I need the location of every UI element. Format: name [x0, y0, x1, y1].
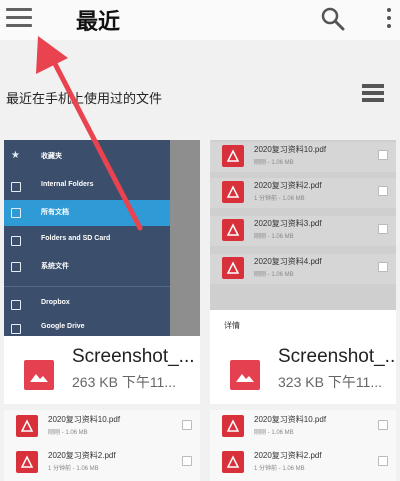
drawer-item: Folders and SD Card: [4, 228, 170, 254]
drawer-item-label: Dropbox: [41, 299, 70, 306]
details-label: 详情: [224, 321, 240, 330]
file-meta: 263 KB 下午11...: [72, 374, 177, 390]
hamburger-menu-icon[interactable]: [6, 8, 32, 30]
pdf-file-name: 2020复习资料10.pdf: [48, 415, 121, 424]
file-name: Screenshot_...: [278, 346, 396, 367]
pdf-file-meta: 刚刚 - 1.06 MB: [254, 272, 294, 278]
file-card[interactable]: 2020复习资料10.pdf 刚刚 - 1.06 MB 2020复习资料2.pd…: [210, 140, 396, 404]
section-title: 最近在手机上使用过的文件: [6, 91, 163, 106]
pdf-list-item: 2020复习资料4.pdf 刚刚 - 1.06 MB: [210, 254, 396, 284]
top-app-bar: 最近: [0, 0, 400, 40]
document-icon: [11, 208, 21, 218]
navigation-drawer-preview: ★ 收藏夹 Internal Folders 所有文档 Folders and …: [4, 140, 170, 336]
pdf-list-item: 2020复习资料10.pdf 刚刚 - 1.06 MB: [210, 412, 396, 442]
pdf-file-meta: 刚刚 - 1.06 MB: [254, 160, 294, 166]
page-title: 最近: [76, 9, 121, 34]
select-checkbox: [378, 224, 388, 234]
app-window: 最近 最近在手机上使用过的文件 ★ 收藏夹 Internal Folders 所…: [0, 0, 400, 481]
select-checkbox: [378, 150, 388, 160]
select-checkbox: [182, 420, 192, 430]
drawer-item-label: Internal Folders: [41, 181, 94, 188]
file-thumbnail: 2020复习资料10.pdf 刚刚 - 1.06 MB 2020复习资料2.pd…: [210, 410, 396, 481]
pdf-file-meta: 1 分钟前 - 1.06 MB: [254, 196, 305, 202]
select-checkbox: [378, 420, 388, 430]
pdf-file-name: 2020复习资料3.pdf: [254, 219, 322, 228]
drawer-item-active: 所有文档: [4, 200, 170, 226]
file-thumbnail: 2020复习资料10.pdf 刚刚 - 1.06 MB 2020复习资料2.pd…: [210, 140, 396, 336]
file-card-footer: Screenshot_... 263 KB 下午11...: [4, 336, 200, 404]
drawer-item: ★ 收藏夹: [4, 144, 170, 170]
search-icon[interactable]: [320, 6, 346, 32]
drawer-item-label: 系统文件: [41, 263, 69, 270]
pdf-file-icon: [16, 415, 38, 437]
pdf-file-meta: 刚刚 - 1.06 MB: [254, 234, 294, 240]
pdf-file-icon: [222, 257, 244, 279]
pdf-file-name: 2020复习资料2.pdf: [254, 181, 322, 190]
pdf-list-item: 2020复习资料10.pdf 刚刚 - 1.06 MB: [210, 142, 396, 172]
star-icon: ★: [11, 150, 20, 161]
drawer-item: Dropbox: [4, 292, 170, 318]
pdf-list-item: 2020复习资料3.pdf 刚刚 - 1.06 MB: [210, 216, 396, 246]
pdf-list-item: 2020复习资料10.pdf 刚刚 - 1.06 MB: [4, 412, 200, 442]
pdf-file-icon: [222, 415, 244, 437]
pdf-list-item: 2020复习资料2.pdf 1 分钟前 - 1.06 MB: [210, 448, 396, 478]
pdf-file-name: 2020复习资料10.pdf: [254, 145, 327, 154]
sd-card-icon: [11, 236, 21, 246]
pdf-file-meta: 刚刚 - 1.06 MB: [254, 430, 294, 436]
drawer-item-label: 所有文档: [41, 209, 69, 216]
select-checkbox: [378, 262, 388, 272]
pdf-file-meta: 1 分钟前 - 1.06 MB: [48, 466, 99, 472]
file-card[interactable]: 2020复习资料10.pdf 刚刚 - 1.06 MB 2020复习资料2.pd…: [4, 410, 200, 481]
folder-icon: [11, 182, 21, 192]
pdf-file-name: 2020复习资料10.pdf: [254, 415, 327, 424]
drawer-divider: [4, 286, 170, 287]
drawer-item: Google Drive: [4, 316, 170, 336]
pdf-file-icon: [222, 145, 244, 167]
pdf-file-icon: [16, 451, 38, 473]
image-file-icon: [24, 360, 54, 390]
more-options-icon[interactable]: [385, 8, 393, 32]
drawer-item-label: Folders and SD Card: [41, 235, 111, 242]
select-checkbox: [378, 456, 388, 466]
drawer-item: 系统文件: [4, 254, 170, 280]
pdf-file-meta: 刚刚 - 1.06 MB: [48, 430, 88, 436]
pdf-list-item: 2020复习资料2.pdf 1 分钟前 - 1.06 MB: [210, 178, 396, 208]
dropbox-icon: [11, 300, 21, 310]
drawer-item-label: Google Drive: [41, 323, 85, 330]
pdf-file-name: 2020复习资料2.pdf: [48, 451, 116, 460]
system-folder-icon: [11, 262, 21, 272]
pdf-file-icon: [222, 451, 244, 473]
pdf-file-meta: 1 分钟前 - 1.06 MB: [254, 466, 305, 472]
select-checkbox: [378, 186, 388, 196]
drawer-item-label: 收藏夹: [41, 153, 62, 160]
select-checkbox: [182, 456, 192, 466]
file-card-footer: Screenshot_... 323 KB 下午11...: [210, 336, 396, 404]
pdf-list-item: 2020复习资料2.pdf 1 分钟前 - 1.06 MB: [4, 448, 200, 478]
google-drive-icon: [11, 324, 21, 334]
file-meta: 323 KB 下午11...: [278, 374, 383, 390]
file-thumbnail: ★ 收藏夹 Internal Folders 所有文档 Folders and …: [4, 140, 200, 336]
image-file-icon: [230, 360, 260, 390]
pdf-file-icon: [222, 219, 244, 241]
drawer-scrim: [170, 140, 200, 336]
pdf-file-name: 2020复习资料4.pdf: [254, 257, 322, 266]
file-thumbnail: 2020复习资料10.pdf 刚刚 - 1.06 MB 2020复习资料2.pd…: [4, 410, 200, 481]
file-name: Screenshot_...: [72, 346, 195, 367]
pdf-file-icon: [222, 181, 244, 203]
details-bottom-sheet: 详情: [210, 310, 396, 336]
file-card[interactable]: ★ 收藏夹 Internal Folders 所有文档 Folders and …: [4, 140, 200, 404]
list-view-icon[interactable]: [362, 84, 384, 104]
file-card[interactable]: 2020复习资料10.pdf 刚刚 - 1.06 MB 2020复习资料2.pd…: [210, 410, 396, 481]
pdf-file-name: 2020复习资料2.pdf: [254, 451, 322, 460]
drawer-item: Internal Folders: [4, 174, 170, 200]
